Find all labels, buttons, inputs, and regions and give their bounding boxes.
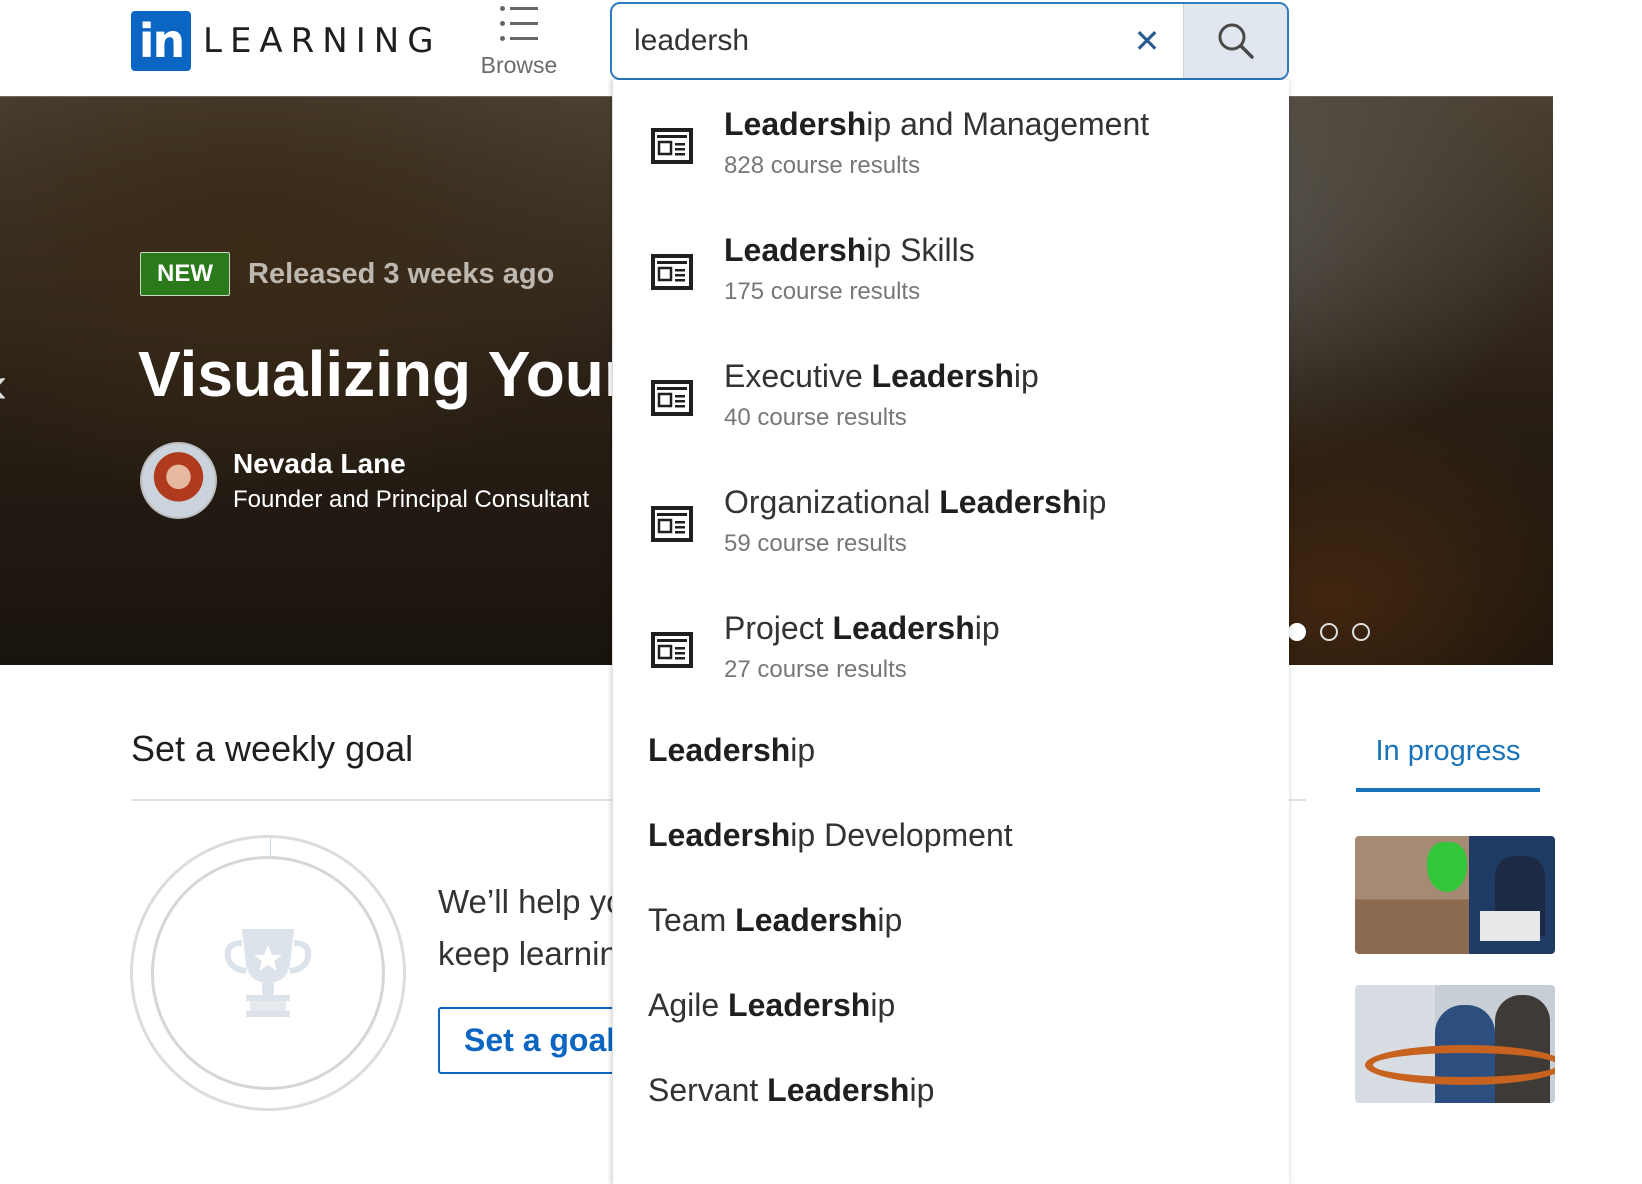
carousel-dot-1[interactable]: [1288, 623, 1306, 641]
hero-meta: NEW Released 3 weeks ago: [140, 252, 554, 296]
search-button[interactable]: [1183, 4, 1287, 78]
course-thumbnail[interactable]: [1355, 985, 1555, 1103]
course-icon: [651, 128, 693, 164]
search-bar: ✕: [610, 2, 1289, 80]
suggestion-count: 59 course results: [724, 530, 907, 557]
tab-in-progress[interactable]: In progress: [1356, 735, 1540, 792]
course-icon: [651, 380, 693, 416]
suggestion-title: Project Leadership: [724, 610, 1000, 646]
trophy-icon: [224, 929, 312, 1017]
author-role: Founder and Principal Consultant: [233, 485, 590, 513]
linkedin-in-icon: in: [131, 11, 191, 71]
course-icon: [651, 506, 693, 542]
search-icon: [1218, 23, 1254, 59]
logo-wordmark: LEARNING: [203, 21, 442, 61]
suggestion-count: 27 course results: [724, 656, 907, 683]
author-avatar: [140, 442, 217, 519]
course-thumbnail[interactable]: [1355, 836, 1555, 954]
clear-search-button[interactable]: ✕: [1111, 4, 1183, 78]
browse-button[interactable]: Browse: [476, 2, 562, 79]
release-date: Released 3 weeks ago: [248, 257, 555, 290]
new-badge: NEW: [140, 252, 230, 296]
search-input[interactable]: [612, 4, 1111, 78]
goal-progress-ring: [130, 835, 406, 1111]
carousel-dot-2[interactable]: [1320, 623, 1338, 641]
suggestion-count: 175 course results: [724, 278, 921, 305]
suggestion-title: Leadership Skills: [724, 232, 975, 268]
author: Nevada Lane Founder and Principal Consul…: [140, 442, 589, 519]
course-icon: [651, 632, 693, 668]
carousel-dots: [1288, 623, 1370, 641]
weekly-goal-heading: Set a weekly goal: [131, 728, 414, 769]
hero-course-title[interactable]: Visualizing Your: [138, 337, 629, 411]
search-suggestions-dropdown: Leadership and Management 828 course resu…: [612, 80, 1289, 1184]
linkedin-learning-logo[interactable]: in LEARNING: [131, 11, 442, 71]
list-icon: [498, 2, 540, 44]
course-suggestion[interactable]: Leadership Skills 175 course results: [613, 206, 1289, 332]
carousel-dot-3[interactable]: [1352, 623, 1370, 641]
browse-label: Browse: [480, 52, 558, 78]
suggestion-title: Executive Leadership: [724, 358, 1039, 394]
course-suggestion[interactable]: Project Leadership 27 course results: [613, 584, 1289, 710]
keyword-suggestion[interactable]: Agile Leadership: [648, 987, 895, 1024]
suggestion-count: 40 course results: [724, 404, 907, 431]
keyword-suggestion[interactable]: Servant Leadership: [648, 1072, 934, 1109]
keyword-suggestion[interactable]: Team Leadership: [648, 902, 902, 939]
course-suggestion[interactable]: Organizational Leadership 59 course resul…: [613, 458, 1289, 584]
author-name[interactable]: Nevada Lane: [233, 448, 589, 480]
suggestion-count: 828 course results: [724, 152, 921, 179]
suggestion-title: Organizational Leadership: [724, 484, 1107, 520]
course-suggestion[interactable]: Executive Leadership 40 course results: [613, 332, 1289, 458]
course-suggestion[interactable]: Leadership and Management 828 course resu…: [613, 80, 1289, 206]
keyword-suggestion[interactable]: Leadership Development: [648, 817, 1013, 854]
course-icon: [651, 254, 693, 290]
keyword-suggestion[interactable]: Leadership: [648, 732, 815, 769]
chevron-left-icon[interactable]: ‹: [0, 355, 7, 415]
suggestion-title: Leadership and Management: [724, 106, 1150, 142]
close-icon: ✕: [1133, 23, 1161, 59]
